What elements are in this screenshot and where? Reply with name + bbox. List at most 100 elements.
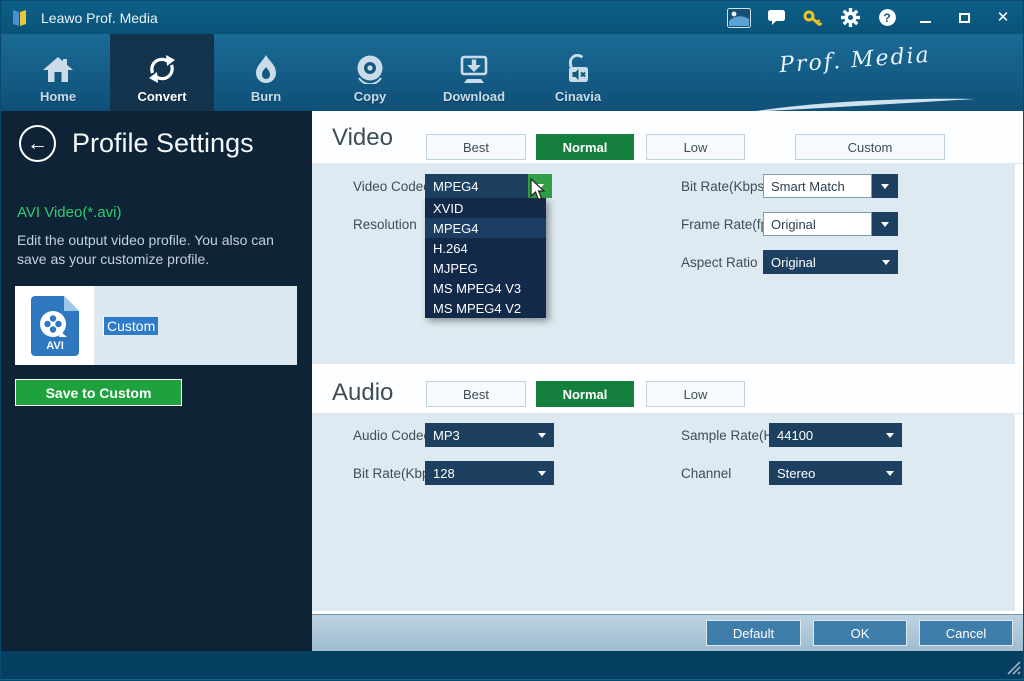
ok-button[interactable]: OK — [813, 620, 907, 646]
download-icon — [457, 54, 491, 84]
aspect-ratio-value: Original — [771, 255, 816, 270]
nav-label-home: Home — [40, 89, 76, 104]
profile-name-field[interactable]: Custom — [94, 286, 297, 365]
help-icon[interactable]: ? — [874, 6, 900, 30]
audio-bitrate-value: 128 — [433, 466, 455, 481]
nav-tab-convert[interactable]: Convert — [110, 34, 214, 111]
profile-name: AVI Video(*.avi) — [17, 204, 122, 221]
copy-disc-icon — [353, 54, 387, 84]
nav-label-cinavia: Cinavia — [555, 89, 601, 104]
chevron-down-icon — [886, 433, 894, 438]
profile-name-value[interactable]: Custom — [103, 317, 158, 335]
window-title: Leawo Prof. Media — [41, 10, 158, 26]
framerate-value: Original — [763, 212, 872, 236]
resolution-label: Resolution — [353, 217, 417, 232]
titlebar: Leawo Prof. Media ? ✕ — [1, 1, 1024, 34]
aspect-ratio-select[interactable]: Original — [763, 250, 898, 274]
channel-value: Stereo — [777, 466, 815, 481]
minimize-button[interactable] — [911, 6, 939, 30]
chevron-down-icon — [538, 471, 546, 476]
samplerate-value: 44100 — [777, 428, 813, 443]
app-window: Leawo Prof. Media ? ✕ — [0, 0, 1024, 681]
nav-tab-home[interactable]: Home — [6, 34, 110, 111]
channel-select[interactable]: Stereo — [769, 461, 902, 485]
aspect-ratio-label: Aspect Ratio — [681, 255, 758, 270]
nav-tab-cinavia[interactable]: Cinavia — [526, 34, 630, 111]
avi-file-icon-area: AVI — [15, 286, 94, 365]
codec-option-h264[interactable]: H.264 — [425, 238, 546, 258]
chevron-down-icon — [886, 471, 894, 476]
video-codec-value: MPEG4 — [433, 179, 479, 194]
video-bitrate-label: Bit Rate(Kbps) — [681, 179, 769, 194]
video-quality-best-button[interactable]: Best — [426, 134, 526, 160]
maximize-button[interactable] — [950, 6, 978, 30]
video-settings-area — [312, 164, 1015, 364]
video-codec-select[interactable]: MPEG4 — [425, 174, 528, 198]
default-button[interactable]: Default — [706, 620, 801, 646]
audio-quality-normal-button[interactable]: Normal — [536, 381, 634, 407]
video-quality-low-button[interactable]: Low — [646, 134, 745, 160]
framerate-dropdown-button[interactable] — [872, 212, 898, 236]
chevron-down-icon — [882, 260, 890, 265]
cinavia-lock-icon — [561, 54, 595, 84]
settings-gear-icon[interactable] — [837, 6, 863, 30]
nav-tab-download[interactable]: Download — [422, 34, 526, 111]
nav-label-burn: Burn — [251, 89, 281, 104]
video-quality-custom-button[interactable]: Custom — [795, 134, 945, 160]
nav-tab-copy[interactable]: Copy — [318, 34, 422, 111]
chevron-down-icon — [538, 433, 546, 438]
codec-option-msmpeg4v2[interactable]: MS MPEG4 V2 — [425, 298, 546, 318]
avi-format-badge: AVI — [46, 340, 64, 352]
main-navigation: Home Convert Burn Copy Download Cinavia — [1, 34, 1024, 111]
codec-option-mjpeg[interactable]: MJPEG — [425, 258, 546, 278]
video-quality-normal-button[interactable]: Normal — [536, 134, 634, 160]
feedback-bubble-icon[interactable] — [763, 6, 789, 30]
profile-description: Edit the output video profile. You also … — [17, 231, 274, 269]
home-icon — [41, 54, 75, 84]
resize-grip[interactable] — [1005, 659, 1021, 675]
nav-tab-burn[interactable]: Burn — [214, 34, 318, 111]
channel-label: Channel — [681, 466, 731, 481]
convert-icon — [145, 54, 179, 84]
nav-label-convert: Convert — [137, 89, 186, 104]
audio-settings-area — [312, 414, 1015, 611]
audio-codec-value: MP3 — [433, 428, 460, 443]
audio-section-title: Audio — [332, 379, 393, 407]
help-glyph: ? — [883, 11, 890, 25]
nav-label-copy: Copy — [354, 89, 387, 104]
mouse-cursor — [529, 178, 549, 202]
register-key-icon[interactable] — [800, 6, 826, 30]
samplerate-select[interactable]: 44100 — [769, 423, 902, 447]
audio-quality-best-button[interactable]: Best — [426, 381, 526, 407]
close-button[interactable]: ✕ — [989, 6, 1017, 30]
profile-settings-panel: ← Profile Settings AVI Video(*.avi) Edit… — [1, 111, 312, 651]
cancel-button[interactable]: Cancel — [919, 620, 1013, 646]
video-bitrate-value: Smart Match — [763, 174, 872, 198]
codec-option-mpeg4[interactable]: MPEG4 — [425, 218, 546, 238]
save-to-custom-button[interactable]: Save to Custom — [15, 379, 182, 406]
video-codec-label: Video Codec — [353, 179, 430, 194]
audio-codec-label: Audio Codec — [353, 428, 430, 443]
chevron-down-icon — [881, 222, 889, 227]
codec-option-xvid[interactable]: XVID — [425, 198, 546, 218]
chevron-down-icon — [881, 184, 889, 189]
video-codec-dropdown-list: XVID MPEG4 H.264 MJPEG MS MPEG4 V3 MS MP… — [425, 198, 546, 318]
custom-profile-card[interactable]: AVI Custom — [15, 286, 297, 365]
nav-label-download: Download — [443, 89, 505, 104]
framerate-select[interactable]: Original — [763, 212, 898, 236]
panel-title: Profile Settings — [72, 128, 254, 159]
dialog-button-bar: Default OK Cancel — [312, 614, 1024, 651]
video-section-title: Video — [332, 124, 393, 152]
video-section-header: Video Best Normal Low Custom — [312, 111, 1024, 164]
video-bitrate-dropdown-button[interactable] — [872, 174, 898, 198]
video-bitrate-select[interactable]: Smart Match — [763, 174, 898, 198]
burn-flame-icon — [249, 54, 283, 84]
back-button[interactable]: ← — [19, 125, 56, 162]
audio-codec-select[interactable]: MP3 — [425, 423, 554, 447]
codec-option-msmpeg4v3[interactable]: MS MPEG4 V3 — [425, 278, 546, 298]
audio-bitrate-select[interactable]: 128 — [425, 461, 554, 485]
avi-file-icon: AVI — [31, 296, 79, 356]
audio-quality-low-button[interactable]: Low — [646, 381, 745, 407]
audio-section-header: Audio Best Normal Low — [312, 373, 1024, 414]
promo-banner-icon[interactable] — [726, 6, 752, 30]
